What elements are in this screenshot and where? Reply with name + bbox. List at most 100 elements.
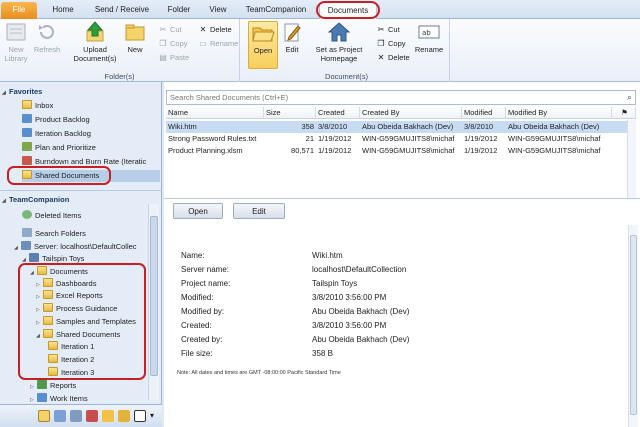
expand-triangle-icon[interactable]: ▷	[36, 279, 43, 290]
cell-modified: 3/8/2010	[464, 122, 494, 131]
expand-triangle-icon[interactable]: ▷	[36, 304, 43, 315]
favorite-burndown[interactable]: Burndown and Burn Rate (Iteratic	[22, 156, 160, 168]
folder-iteration-1[interactable]: Iteration 1	[48, 341, 146, 353]
tab-view[interactable]: View	[204, 2, 232, 19]
expand-triangle-icon[interactable]: ▷	[30, 394, 37, 403]
paste-icon: ▤	[159, 53, 167, 62]
table-row[interactable]: Product Planning.xlsm 80,571 1/19/2012 W…	[166, 145, 636, 157]
document-copy-button[interactable]: ❐ Copy	[376, 37, 405, 50]
new-library-button[interactable]: New Library	[2, 21, 30, 63]
library-icon	[6, 23, 26, 41]
documents-node[interactable]: ◢ Documents	[30, 266, 146, 278]
preview-scrollbar[interactable]	[628, 225, 638, 427]
scroll-thumb[interactable]	[630, 235, 637, 415]
tab-teamcompanion[interactable]: TeamCompanion	[242, 2, 310, 19]
column-header-flag[interactable]: ⚑	[612, 107, 636, 119]
tab-home[interactable]: Home	[47, 2, 79, 19]
search-icon[interactable]: ⌕	[627, 92, 632, 103]
folder-list-icon[interactable]	[118, 410, 130, 422]
document-cut-button[interactable]: ✂ Cut	[376, 23, 400, 36]
expand-triangle-icon[interactable]: ▷	[36, 291, 43, 302]
folder-samples-templates[interactable]: ▷ Samples and Templates	[36, 316, 146, 328]
teamcompanion-header[interactable]: ◢ TeamCompanion	[2, 194, 69, 206]
favorite-inbox[interactable]: Inbox	[22, 100, 160, 112]
set-project-homepage-button[interactable]: Set as Project Homepage	[310, 21, 368, 63]
refresh-button[interactable]: Refresh	[32, 21, 62, 54]
edit-document-button[interactable]: Edit	[280, 21, 304, 54]
timezone-note: Note: All dates and times are GMT -08:00…	[177, 370, 341, 376]
column-header-created[interactable]: Created	[316, 107, 360, 119]
collapse-triangle-icon[interactable]: ◢	[14, 242, 21, 253]
favorite-product-backlog[interactable]: Product Backlog	[22, 114, 160, 126]
tab-file[interactable]: File	[1, 2, 37, 19]
search-box[interactable]: ⌕	[166, 90, 636, 105]
collapse-triangle-icon[interactable]: ◢	[2, 87, 9, 99]
table-row[interactable]: Strong Password Rules.txt 21 1/19/2012 W…	[166, 133, 636, 145]
calendar-module-icon[interactable]	[54, 410, 66, 422]
folder-excel-reports[interactable]: ▷ Excel Reports	[36, 290, 146, 302]
folder-shared-documents[interactable]: ◢ Shared Documents	[36, 329, 146, 341]
folder-paste-button[interactable]: ▤ Paste	[158, 51, 189, 64]
upload-label: Upload Document(s)	[73, 45, 117, 63]
folder-cut-button[interactable]: ✂ Cut	[158, 23, 182, 36]
nav-scrollbar[interactable]	[148, 204, 159, 400]
column-header-modified-by[interactable]: Modified By	[506, 107, 612, 119]
column-header-created-by[interactable]: Created By	[360, 107, 462, 119]
reports-node[interactable]: ▷ Reports	[30, 380, 146, 392]
preview-open-button[interactable]: Open	[173, 203, 223, 219]
tab-send-receive[interactable]: Send / Receive	[88, 2, 156, 19]
mail-module-icon[interactable]	[38, 410, 50, 422]
grid-scrollbar[interactable]	[627, 120, 636, 198]
svg-text:ab: ab	[422, 29, 431, 37]
folder-dashboards[interactable]: ▷ Dashboards	[36, 278, 146, 290]
expand-triangle-icon[interactable]: ▷	[36, 317, 43, 328]
tasks-module-icon[interactable]	[86, 410, 98, 422]
favorite-shared-documents[interactable]: Shared Documents	[22, 170, 160, 182]
collapse-triangle-icon[interactable]: ◢	[36, 330, 43, 341]
document-rename-button[interactable]: ab Rename	[414, 21, 444, 54]
search-input[interactable]	[167, 91, 607, 104]
delete-icon: ✕	[199, 25, 207, 34]
open-document-button[interactable]: Open	[248, 21, 278, 69]
collapse-triangle-icon[interactable]: ◢	[30, 267, 37, 278]
favorite-iteration-backlog[interactable]: Iteration Backlog	[22, 128, 160, 140]
collapse-triangle-icon[interactable]: ◢	[22, 254, 29, 265]
tab-folder[interactable]: Folder	[162, 2, 196, 19]
new-button[interactable]: New	[122, 21, 148, 54]
folder-rename-button[interactable]: ▭ Rename	[198, 37, 238, 50]
folder-copy-button[interactable]: ❐ Copy	[158, 37, 187, 50]
server-node[interactable]: ◢ Server: localhost\DefaultCollec	[14, 241, 146, 253]
ribbon-group-documents: Open Edit Set as Project Homepage ✂ Cut ❐…	[244, 19, 450, 82]
folder-process-guidance[interactable]: ▷ Process Guidance	[36, 303, 146, 315]
folder-iteration-3[interactable]: Iteration 3	[48, 367, 146, 379]
preview-edit-button[interactable]: Edit	[233, 203, 285, 219]
expand-triangle-icon[interactable]: ▷	[30, 381, 37, 392]
configure-buttons-icon[interactable]: ▾	[150, 410, 158, 422]
column-header-modified[interactable]: Modified	[462, 107, 506, 119]
folder-delete-button[interactable]: ✕ Delete	[198, 23, 232, 36]
document-cut-label: Cut	[388, 25, 400, 34]
new-library-label: New Library	[4, 45, 28, 63]
table-row[interactable]: Wiki.htm 358 3/8/2010 Abu Obeida Bakhach…	[166, 121, 636, 133]
document-delete-button[interactable]: ✕ Delete	[376, 51, 410, 64]
tab-documents[interactable]: Documents	[319, 2, 377, 19]
folder-iteration-2[interactable]: Iteration 2	[48, 354, 146, 366]
collapse-triangle-icon[interactable]: ◢	[2, 195, 9, 207]
search-folders[interactable]: Search Folders	[22, 228, 146, 240]
notes-module-icon[interactable]	[102, 410, 114, 422]
upload-documents-button[interactable]: Upload Document(s)	[70, 21, 120, 63]
rename-icon: ab	[418, 25, 440, 39]
contacts-module-icon[interactable]	[70, 410, 82, 422]
deleted-items[interactable]: Deleted Items	[22, 210, 146, 222]
column-header-size[interactable]: Size	[264, 107, 316, 119]
edit-pencil-icon	[284, 23, 301, 42]
folder-icon	[43, 303, 53, 312]
work-items-node[interactable]: ▷ Work Items	[30, 393, 146, 403]
project-node[interactable]: ◢ Tailspin Toys	[22, 253, 146, 265]
favorite-plan-prioritize[interactable]: Plan and Prioritize	[22, 142, 160, 154]
scroll-thumb[interactable]	[150, 216, 158, 376]
column-header-name[interactable]: Name	[166, 107, 264, 119]
shortcuts-icon[interactable]	[134, 410, 146, 422]
field-value: localhost\DefaultCollection	[312, 265, 407, 274]
favorites-header[interactable]: ◢ Favorites	[2, 86, 42, 98]
